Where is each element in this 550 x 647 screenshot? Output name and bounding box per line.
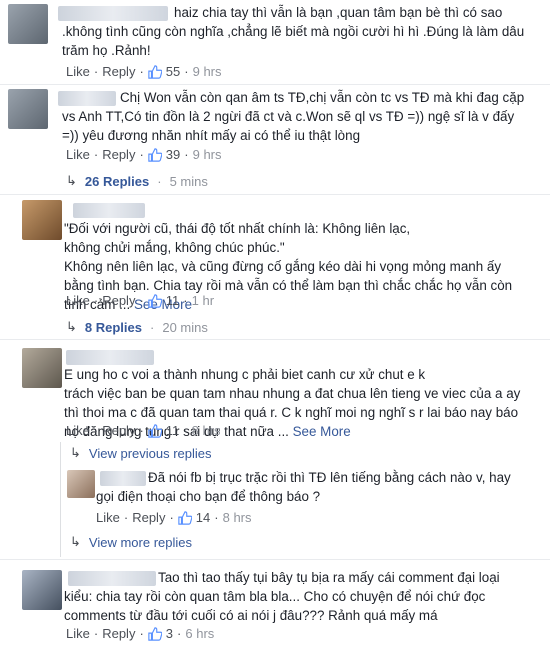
comment-text: haiz chia tay thì vẫn là bạn ,quan tâm b… — [62, 5, 525, 58]
separator: · — [93, 626, 99, 641]
timestamp[interactable]: 6 hrs — [185, 626, 214, 642]
separator: · — [183, 423, 188, 438]
divider — [0, 194, 550, 195]
like-button[interactable]: Like — [96, 510, 120, 526]
separator: · — [169, 510, 174, 525]
reply-button[interactable]: Reply — [102, 423, 135, 439]
separator: · — [157, 173, 162, 189]
avatar[interactable] — [22, 348, 62, 388]
like-count[interactable]: 11 — [166, 423, 180, 439]
reply-text: Đã nói fb bị trục trặc rồi thì TĐ lên ti… — [96, 470, 511, 504]
avatar[interactable] — [8, 89, 48, 129]
thumbs-up-icon[interactable] — [148, 424, 162, 438]
thumbs-up-icon[interactable] — [148, 294, 162, 308]
reply-arrow-icon: ↳ — [66, 173, 77, 188]
reply-arrow-icon: ↳ — [70, 534, 81, 549]
avatar[interactable] — [8, 4, 48, 44]
separator: · — [184, 147, 189, 162]
separator: · — [139, 64, 144, 79]
replies-time: 5 mins — [169, 173, 208, 189]
timestamp[interactable]: 8 hrs — [223, 510, 252, 526]
timestamp[interactable]: 9 hrs — [193, 64, 222, 80]
reply-thread-line — [60, 442, 61, 557]
separator: · — [139, 423, 144, 438]
reply-actions: Like · Reply · 14 · 8 hrs — [96, 510, 252, 526]
reply-button[interactable]: Reply — [102, 147, 135, 163]
comment-actions: Like · Reply · 55 · 9 hrs — [66, 64, 222, 80]
reply-arrow-icon: ↳ — [66, 319, 77, 334]
separator: · — [177, 626, 182, 641]
separator: · — [184, 64, 189, 79]
like-button[interactable]: Like — [66, 626, 90, 642]
like-button[interactable]: Like — [66, 293, 90, 309]
reply-button[interactable]: Reply — [102, 293, 135, 309]
timestamp[interactable]: 1 hr — [192, 293, 214, 309]
separator: · — [150, 319, 155, 335]
replies-link[interactable]: ↳ 8 Replies · 20 mins — [66, 319, 208, 335]
view-previous-replies[interactable]: ↳ View previous replies — [70, 445, 212, 461]
separator: · — [123, 510, 129, 525]
separator: · — [139, 293, 144, 308]
like-button[interactable]: Like — [66, 147, 90, 163]
comment-text: Chị Won vẫn còn qan âm ts TĐ,chị vẫn còn… — [62, 90, 525, 143]
comment-text: Tao thì tao thấy tụi bây tụ bịa ra mấy c… — [64, 570, 500, 623]
timestamp[interactable]: 8 hrs — [192, 423, 221, 439]
thumbs-up-icon[interactable] — [178, 511, 192, 525]
avatar[interactable] — [67, 470, 95, 498]
reply-arrow-icon: ↳ — [70, 445, 81, 460]
separator: · — [183, 293, 188, 308]
comment-actions: Like · Reply · 39 · 9 hrs — [66, 147, 222, 163]
view-previous-label[interactable]: View previous replies — [89, 446, 212, 461]
separator: · — [93, 423, 99, 438]
timestamp[interactable]: 9 hrs — [193, 147, 222, 163]
reply-button[interactable]: Reply — [132, 510, 165, 526]
comment-actions: Like · Reply · 11 · 1 hr — [66, 293, 214, 309]
thumbs-up-icon[interactable] — [148, 148, 162, 162]
divider — [0, 559, 550, 560]
like-count[interactable]: 39 — [166, 147, 180, 163]
divider — [0, 84, 550, 85]
thumbs-up-icon[interactable] — [148, 65, 162, 79]
separator: · — [93, 64, 99, 79]
separator: · — [139, 147, 144, 162]
comment-actions: Like · Reply · 11 · 8 hrs — [66, 423, 221, 439]
thumbs-up-icon[interactable] — [148, 627, 162, 641]
like-count[interactable]: 55 — [166, 64, 180, 80]
replies-count[interactable]: 8 Replies — [85, 320, 142, 335]
view-more-replies[interactable]: ↳ View more replies — [70, 534, 192, 550]
divider — [0, 339, 550, 340]
separator: · — [93, 293, 99, 308]
like-count[interactable]: 14 — [196, 510, 210, 526]
like-button[interactable]: Like — [66, 64, 90, 80]
like-count[interactable]: 11 — [166, 293, 180, 309]
comment-actions: Like · Reply · 3 · 6 hrs — [66, 626, 214, 642]
separator: · — [214, 510, 219, 525]
reply-button[interactable]: Reply — [102, 626, 135, 642]
separator: · — [139, 626, 144, 641]
like-button[interactable]: Like — [66, 423, 90, 439]
view-more-label[interactable]: View more replies — [89, 535, 192, 550]
replies-time: 20 mins — [162, 319, 208, 335]
avatar[interactable] — [22, 200, 62, 240]
like-count[interactable]: 3 — [166, 626, 173, 642]
separator: · — [93, 147, 99, 162]
replies-link[interactable]: ↳ 26 Replies · 5 mins — [66, 173, 208, 189]
see-more-link[interactable]: See More — [293, 424, 351, 439]
reply-button[interactable]: Reply — [102, 64, 135, 80]
replies-count[interactable]: 26 Replies — [85, 174, 149, 189]
avatar[interactable] — [22, 570, 62, 610]
